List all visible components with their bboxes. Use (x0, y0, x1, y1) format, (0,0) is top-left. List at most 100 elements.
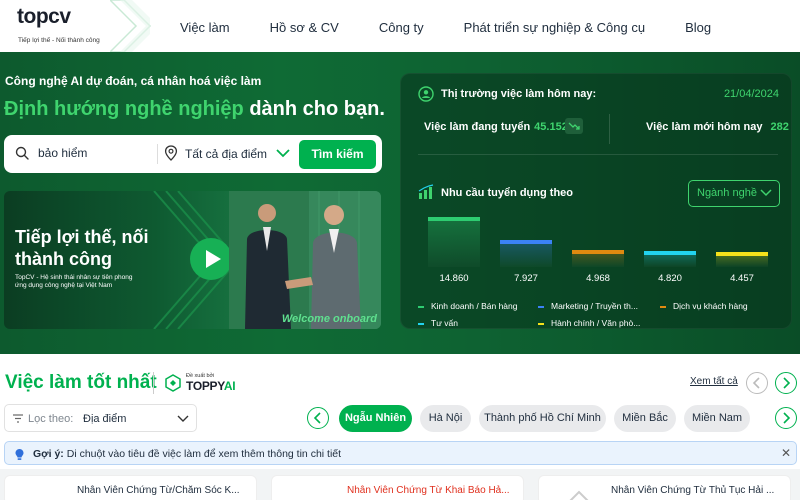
chart-bar-cap (428, 217, 480, 221)
location-select[interactable]: Tất cả địa điểm (185, 147, 267, 161)
nav-item-career-tools[interactable]: Phát triển sự nghiệp & Công cụ (464, 20, 645, 35)
tip-banner: Gợi ý: Di chuột vào tiêu đề việc làm để … (4, 441, 797, 465)
chevron-right-icon (783, 412, 791, 424)
job-card[interactable]: Nhân Viên Chứng Từ Thủ Tục Hải ... (538, 475, 791, 500)
chart-bar: 4.457 (716, 214, 771, 289)
logo-chevron-icon (110, 0, 152, 52)
tip-text: Gợi ý: Di chuột vào tiêu đề việc làm để … (33, 448, 341, 460)
hero-title-rest: dành cho bạn. (243, 98, 385, 120)
filter-value: Địa điểm (83, 413, 127, 425)
search-icon (15, 146, 29, 160)
logo-tagline: Tiếp lợi thế - Nối thành công (18, 37, 100, 44)
chip-south[interactable]: Miền Nam (684, 405, 750, 432)
job-card[interactable]: Nhân Viên Chứng Từ/Chăm Sóc K... (4, 475, 257, 500)
topcv-logo[interactable]: topcv Tiếp lợi thế - Nối thành công (0, 0, 152, 52)
industry-dropdown[interactable]: Ngành nghề (688, 180, 780, 207)
best-jobs-section: Việc làm tốt nhất Đề xuất bởi TOPPYAI Xe… (0, 354, 800, 500)
demand-title: Nhu cầu tuyển dụng theo (441, 187, 573, 199)
search-bar: Tất cả địa điểm Tìm kiếm (4, 135, 382, 173)
chart-bar-value: 4.820 (658, 273, 682, 284)
company-logo-placeholder-icon (569, 490, 589, 500)
main-nav: Việc làm Hồ sơ & CV Công ty Phát triển s… (180, 20, 711, 35)
search-button[interactable]: Tìm kiếm (299, 140, 376, 169)
legend-label: Dịch vụ khách hàng (673, 301, 748, 311)
chip-hcmc[interactable]: Thành phố Hồ Chí Minh (479, 405, 606, 432)
chart-bar: 4.820 (644, 214, 699, 289)
chart-bar-body (428, 217, 480, 267)
chips-next-button[interactable] (775, 407, 797, 429)
market-date: 21/04/2024 (723, 88, 779, 100)
chevron-down-icon (760, 189, 772, 197)
industry-dropdown-value: Ngành nghề (697, 187, 757, 199)
jobs-active-value: 45.152 (534, 121, 568, 133)
job-card-title[interactable]: Nhân Viên Chứng Từ Khai Báo Hả... (347, 485, 522, 496)
nav-item-companies[interactable]: Công ty (379, 20, 424, 35)
nav-item-profile-cv[interactable]: Hồ sơ & CV (270, 20, 339, 35)
play-icon (206, 250, 221, 268)
banner-people-image (229, 191, 381, 329)
legend-swatch (538, 322, 544, 325)
hero-subtitle: Công nghệ AI dự đoán, cá nhân hoá việc l… (5, 74, 262, 88)
chart-bar-cap (572, 250, 624, 254)
hero-title-highlight: Định hướng nghề nghiệp (4, 98, 244, 120)
legend-item: Kinh doanh / Bán hàng (418, 301, 518, 311)
chart-bar: 4.968 (572, 214, 627, 289)
demand-bar-chart: 14.860 7.927 4.968 4.820 4.457 (418, 214, 788, 289)
jobs-active-stat: Việc làm đang tuyển 45.152 (424, 121, 568, 133)
hero-section: Công nghệ AI dự đoán, cá nhân hoá việc l… (0, 52, 800, 354)
logo-cv-text: cv (48, 5, 71, 28)
job-card[interactable]: Nhân Viên Chứng Từ Khai Báo Hả... (271, 475, 524, 500)
prev-page-button[interactable] (746, 372, 768, 394)
chevron-down-icon (177, 415, 189, 422)
top-header: topcv Tiếp lợi thế - Nối thành công Việc… (0, 0, 800, 52)
search-input[interactable] (38, 146, 148, 160)
see-all-link[interactable]: Xem tất cả (690, 376, 738, 387)
nav-item-jobs[interactable]: Việc làm (180, 20, 230, 35)
toppy-text: TOPPY (186, 379, 224, 393)
jobs-active-label: Việc làm đang tuyển (424, 121, 531, 133)
chevron-down-icon[interactable] (275, 147, 291, 159)
chip-north[interactable]: Miền Bắc (614, 405, 676, 432)
chips-prev-button[interactable] (307, 407, 329, 429)
banner-description: TopCV - Hệ sinh thái nhân sự tiên phong … (15, 274, 133, 289)
chart-bar-cap (500, 240, 552, 244)
filter-select[interactable]: Lọc theo: Địa điểm (4, 404, 197, 432)
legend-item: Tư vấn (418, 318, 458, 328)
job-card-title[interactable]: Nhân Viên Chứng Từ Thủ Tục Hải ... (611, 485, 789, 496)
tip-bold: Gợi ý: (33, 448, 64, 460)
chart-bar: 7.927 (500, 214, 555, 289)
panel-divider (418, 154, 778, 155)
banner-title: Tiếp lợi thế, nối thành công (15, 227, 149, 269)
legend-swatch (418, 305, 424, 308)
trend-down-icon (565, 118, 583, 134)
play-video-button[interactable] (190, 238, 232, 280)
lightbulb-icon (15, 449, 24, 460)
hero-title: Định hướng nghề nghiệp dành cho bạn. (4, 98, 385, 121)
chip-hanoi[interactable]: Hà Nội (420, 405, 471, 432)
chart-bar-value: 4.968 (586, 273, 610, 284)
filter-label: Lọc theo: (28, 413, 74, 425)
legend-item: Dịch vụ khách hàng (660, 301, 748, 311)
toppy-ai-text: AI (223, 379, 236, 393)
promo-banner[interactable]: Tiếp lợi thế, nối thành công TopCV - Hệ … (4, 191, 381, 329)
search-divider (157, 144, 158, 164)
legend-item: Hành chính / Văn phò... (538, 318, 640, 328)
chip-random[interactable]: Ngẫu Nhiên (339, 405, 412, 432)
chart-bar-value: 4.457 (730, 273, 754, 284)
title-divider (153, 372, 154, 394)
legend-label: Kinh doanh / Bán hàng (431, 301, 518, 311)
job-card-title[interactable]: Nhân Viên Chứng Từ/Chăm Sóc K... (77, 485, 255, 496)
next-page-button[interactable] (775, 372, 797, 394)
chart-bar-value: 7.927 (514, 273, 538, 284)
nav-item-blog[interactable]: Blog (685, 20, 711, 35)
legend-label: Hành chính / Văn phò... (551, 318, 641, 328)
chart-bar-value: 14.860 (439, 273, 469, 284)
toppy-ai-icon (165, 374, 181, 392)
filter-icon (13, 414, 23, 423)
best-jobs-title: Việc làm tốt nhất (5, 372, 157, 393)
close-icon[interactable]: ✕ (781, 446, 791, 460)
jobs-new-stat: Việc làm mới hôm nay 282 (646, 121, 789, 133)
chevron-left-icon (313, 412, 321, 424)
legend-swatch (418, 322, 424, 325)
chevron-left-icon (752, 377, 760, 389)
